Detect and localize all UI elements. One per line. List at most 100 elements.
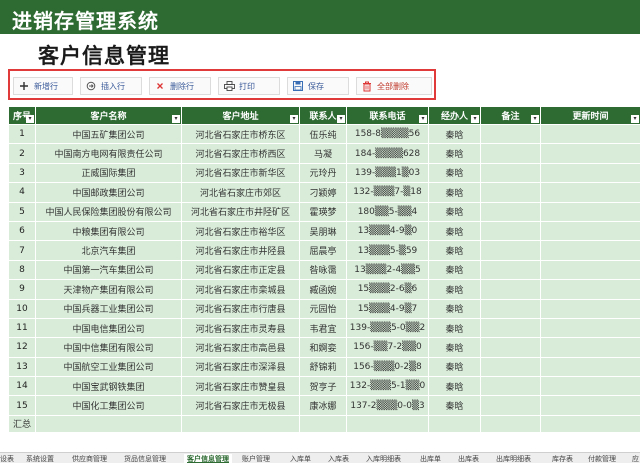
cell-index[interactable]: 6 (8, 220, 36, 242)
cell-customer-address[interactable]: 河北省石家庄市井陉县 (181, 240, 300, 261)
cell-customer-address[interactable]: 河北省石家庄市行唐县 (181, 298, 300, 319)
cell-customer-address[interactable]: 河北省石家庄市栾城县 (181, 279, 300, 300)
cell-remarks[interactable] (480, 220, 541, 242)
cell-handler[interactable]: 秦晗 (428, 356, 481, 378)
cell-phone[interactable]: 15▒▒▒4-9▒7 (346, 298, 429, 319)
cell-update-time[interactable] (540, 220, 640, 242)
sheet-tab[interactable]: 系统设置 (26, 454, 54, 463)
sheet-tab[interactable]: 入库表 (328, 454, 349, 463)
save-button[interactable]: 保存 (287, 77, 349, 95)
cell-customer-address[interactable]: 河北省石家庄市正定县 (181, 259, 300, 281)
cell-customer-name[interactable]: 中国第一汽车集团公司 (35, 259, 182, 281)
cell-update-time[interactable] (540, 162, 640, 184)
cell-phone[interactable]: 137-2▒▒▒0-0▒3 (346, 395, 429, 416)
cell-index[interactable]: 8 (8, 259, 36, 281)
cell-remarks[interactable] (480, 123, 541, 145)
cell-customer-address[interactable]: 河北省石家庄市郊区 (181, 182, 300, 203)
cell-remarks[interactable] (480, 337, 541, 358)
cell-update-time[interactable] (540, 123, 640, 145)
cell-customer-name[interactable]: 中国中信集团有限公司 (35, 337, 182, 358)
header-remarks[interactable]: 备注 ▾ (480, 106, 541, 125)
cell-update-time[interactable] (540, 376, 640, 397)
add-row-button[interactable]: 新增行 (13, 77, 73, 95)
header-contact[interactable]: 联系人 ▾ (299, 106, 347, 125)
sheet-tab[interactable]: 账户管理 (242, 454, 270, 463)
cell-handler[interactable]: 秦晗 (428, 240, 481, 261)
cell-customer-address[interactable]: 河北省石家庄市井陉矿区 (181, 201, 300, 222)
cell-phone[interactable]: 13▒▒▒2-4▒▒5 (346, 259, 429, 281)
cell-handler[interactable]: 秦晗 (428, 279, 481, 300)
cell-contact[interactable]: 昝咏霭 (299, 259, 347, 281)
cell-phone[interactable]: 139-▒▒▒1▒03 (346, 162, 429, 184)
cell-customer-name[interactable]: 中国人民保险集团股份有限公司 (35, 201, 182, 222)
cell-handler[interactable]: 秦晗 (428, 337, 481, 358)
cell-customer-name[interactable]: 中国五矿集团公司 (35, 123, 182, 145)
cell-phone[interactable]: 13▒▒▒5-▒59 (346, 240, 429, 261)
cell-phone[interactable]: 132-▒▒▒5-1▒▒0 (346, 376, 429, 397)
sheet-tab[interactable]: 付款管理 (588, 454, 616, 463)
cell-index[interactable]: 15 (8, 395, 36, 416)
cell-index[interactable]: 9 (8, 279, 36, 300)
header-handler[interactable]: 经办人 ▾ (428, 106, 481, 125)
header-customer-name[interactable]: 客户名称 ▾ (35, 106, 182, 125)
insert-row-button[interactable]: 插入行 (80, 77, 142, 95)
sheet-tab[interactable]: 应 (632, 454, 639, 463)
cell-remarks[interactable] (480, 259, 541, 281)
delete-all-button[interactable]: 全部删除 (356, 77, 432, 95)
cell-handler[interactable]: 秦晗 (428, 123, 481, 145)
cell-remarks[interactable] (480, 317, 541, 339)
cell-index[interactable]: 11 (8, 317, 36, 339)
cell-customer-name[interactable]: 中国宝武钢铁集团 (35, 376, 182, 397)
cell-customer-name[interactable]: 正威国际集团 (35, 162, 182, 184)
cell-contact[interactable]: 霍瑛梦 (299, 201, 347, 222)
cell-customer-address[interactable]: 河北省石家庄市无极县 (181, 395, 300, 416)
cell-remarks[interactable] (480, 182, 541, 203)
cell-handler[interactable]: 秦晗 (428, 317, 481, 339)
cell-index[interactable]: 13 (8, 356, 36, 378)
cell-update-time[interactable] (540, 240, 640, 261)
sheet-tab[interactable]: 货品信息管理 (124, 454, 166, 463)
cell-update-time[interactable] (540, 143, 640, 164)
cell-customer-name[interactable]: 中国兵器工业集团公司 (35, 298, 182, 319)
filter-dropdown-icon[interactable]: ▾ (631, 115, 639, 123)
filter-dropdown-icon[interactable]: ▾ (290, 115, 298, 123)
cell-update-time[interactable] (540, 395, 640, 416)
cell-customer-address[interactable]: 河北省石家庄市新华区 (181, 162, 300, 184)
cell-remarks[interactable] (480, 240, 541, 261)
cell-contact[interactable]: 马凝 (299, 143, 347, 164)
sheet-tab[interactable]: 客户信息管理 (184, 454, 232, 463)
cell-customer-address[interactable]: 河北省石家庄市灵寿县 (181, 317, 300, 339)
cell-index[interactable]: 5 (8, 201, 36, 222)
cell-phone[interactable]: 132-▒▒▒7-▒18 (346, 182, 429, 203)
cell-contact[interactable]: 吴朋琳 (299, 220, 347, 242)
cell-handler[interactable]: 秦晗 (428, 162, 481, 184)
cell-customer-name[interactable]: 中粮集团有限公司 (35, 220, 182, 242)
sheet-tab[interactable]: 出库单 (420, 454, 441, 463)
cell-handler[interactable]: 秦晗 (428, 201, 481, 222)
cell-index[interactable]: 12 (8, 337, 36, 358)
print-button[interactable]: 打印 (218, 77, 280, 95)
cell-customer-address[interactable]: 河北省石家庄市赞皇县 (181, 376, 300, 397)
cell-index[interactable]: 1 (8, 123, 36, 145)
cell-update-time[interactable] (540, 201, 640, 222)
cell-index[interactable]: 3 (8, 162, 36, 184)
cell-phone[interactable]: 15▒▒▒2-6▒6 (346, 279, 429, 300)
cell-customer-name[interactable]: 中国电信集团公司 (35, 317, 182, 339)
cell-customer-address[interactable]: 河北省石家庄市桥西区 (181, 143, 300, 164)
cell-handler[interactable]: 秦晗 (428, 259, 481, 281)
cell-contact[interactable]: 贺亨子 (299, 376, 347, 397)
cell-remarks[interactable] (480, 356, 541, 378)
cell-update-time[interactable] (540, 182, 640, 203)
cell-update-time[interactable] (540, 259, 640, 281)
filter-dropdown-icon[interactable]: ▾ (26, 115, 34, 123)
sheet-tab[interactable]: 出库明细表 (496, 454, 531, 463)
cell-update-time[interactable] (540, 356, 640, 378)
sheet-tab[interactable]: 入库明细表 (366, 454, 401, 463)
cell-index[interactable]: 14 (8, 376, 36, 397)
cell-remarks[interactable] (480, 298, 541, 319)
cell-index[interactable]: 7 (8, 240, 36, 261)
cell-contact[interactable]: 元玲丹 (299, 162, 347, 184)
sheet-tab[interactable]: 入库单 (290, 454, 311, 463)
cell-remarks[interactable] (480, 201, 541, 222)
cell-contact[interactable]: 康冰娜 (299, 395, 347, 416)
